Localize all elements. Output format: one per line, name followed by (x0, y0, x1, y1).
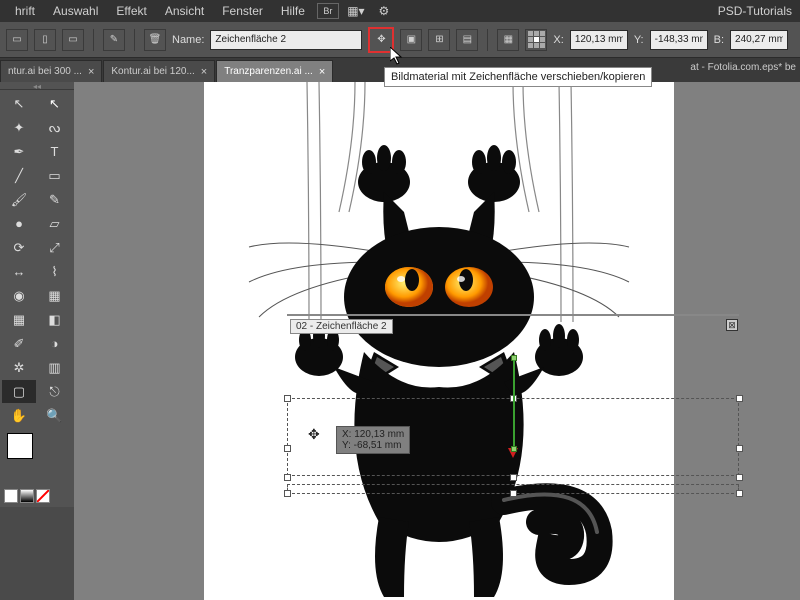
artboard-edge (287, 314, 739, 316)
close-icon[interactable]: × (88, 66, 94, 78)
cat-illustration (229, 82, 649, 600)
menu-item[interactable]: Hilfe (272, 4, 314, 18)
gradient-mode-button[interactable] (20, 489, 34, 503)
artboard-tool[interactable]: ▢ (2, 380, 36, 403)
artboard-close-button[interactable]: ⊠ (726, 319, 738, 331)
handle[interactable] (736, 445, 743, 452)
name-label: Name: (172, 34, 204, 46)
artboard-name-input[interactable] (210, 30, 362, 50)
handle[interactable] (284, 395, 291, 402)
warp-tool[interactable]: ⌇ (38, 260, 72, 283)
move-cursor-icon: ✥ (308, 426, 320, 443)
w-input[interactable] (730, 30, 788, 50)
scale-tool[interactable]: ⤢ (38, 236, 72, 259)
align-button-4[interactable]: ▦ (497, 29, 519, 51)
paintbrush-tool[interactable]: 🖌 (2, 188, 36, 211)
align-button-3[interactable]: ▤ (456, 29, 478, 51)
hand-tool[interactable]: ✋ (2, 404, 36, 427)
close-icon[interactable]: × (201, 66, 207, 78)
column-graph-tool[interactable]: ▥ (38, 356, 72, 379)
rectangle-tool[interactable]: ▭ (38, 164, 72, 187)
w-label: B: (714, 34, 724, 46)
y-label: Y: (634, 34, 644, 46)
perspective-tool[interactable]: ▦ (38, 284, 72, 307)
mesh-tool[interactable]: ▦ (2, 308, 36, 331)
align-button-2[interactable]: ⊞ (428, 29, 450, 51)
pencil-tool[interactable]: ✎ (38, 188, 72, 211)
coord-tooltip: X: 120,13 mm Y: -68,51 mm (336, 426, 410, 454)
artboard[interactable] (204, 82, 674, 600)
eraser-tool[interactable]: ▱ (38, 212, 72, 235)
align-button-1[interactable]: ▣ (400, 29, 422, 51)
handle[interactable] (736, 395, 743, 402)
arrange-icon[interactable]: ▦▾ (345, 3, 367, 19)
close-icon[interactable]: × (319, 66, 325, 78)
magic-wand-tool[interactable]: ✦ (2, 116, 36, 139)
menu-item[interactable]: Fenster (213, 4, 272, 18)
new-artboard-button[interactable]: ✎ (103, 29, 125, 51)
handle[interactable] (736, 490, 743, 497)
blob-brush-tool[interactable]: ● (2, 212, 36, 235)
drag-line (513, 360, 515, 450)
brand-label: PSD-Tutorials (709, 4, 800, 18)
slice-tool[interactable]: ⎋ (38, 380, 72, 403)
handle[interactable] (284, 490, 291, 497)
orientation-landscape-button[interactable]: ▭ (62, 29, 84, 51)
y-input[interactable] (650, 30, 708, 50)
selection-tool[interactable]: ↖ (2, 92, 36, 115)
coord-x: X: 120,13 mm (342, 429, 404, 440)
color-swatches (0, 429, 74, 507)
preset-button[interactable]: ▭ (6, 29, 28, 51)
menu-bar: hrift Auswahl Effekt Ansicht Fenster Hil… (0, 0, 800, 22)
gradient-tool[interactable]: ◧ (38, 308, 72, 331)
rotate-tool[interactable]: ⟳ (2, 236, 36, 259)
width-tool[interactable]: ↔ (2, 260, 36, 283)
menu-item[interactable]: hrift (6, 4, 44, 18)
handle[interactable] (284, 445, 291, 452)
direct-selection-tool[interactable]: ↖ (38, 92, 72, 115)
zoom-tool[interactable]: 🔍 (38, 404, 72, 427)
none-mode-button[interactable] (36, 489, 50, 503)
delete-artboard-button[interactable]: 🗑 (144, 29, 166, 51)
line-tool[interactable]: ╱ (2, 164, 36, 187)
fill-swatch[interactable] (7, 433, 33, 459)
canvas[interactable]: 02 - Zeichenfläche 2 ⊠ ✥ X: 120,13 mm Y:… (74, 82, 800, 600)
tool-panel: ◂◂ ↖↖✦ᔓ✒T╱▭🖌✎●▱⟳⤢↔⌇◉▦▦◧✐◑✲▥▢⎋✋🔍 (0, 82, 74, 507)
handle[interactable] (736, 474, 743, 481)
x-label: X: (553, 34, 563, 46)
control-bar: ▭ ▯ ▭ ✎ 🗑 Name: ✥ ▣ ⊞ ▤ ▦ X: Y: B: (0, 22, 800, 58)
tab[interactable]: ntur.ai bei 300 ...× (0, 60, 102, 82)
blend-tool[interactable]: ◑ (38, 332, 72, 355)
bridge-icon[interactable]: Br (317, 3, 339, 19)
coord-y: Y: -68,51 mm (342, 440, 404, 451)
tab[interactable]: Kontur.ai bei 120...× (103, 60, 215, 82)
gpu-icon[interactable]: ⚙ (373, 3, 395, 19)
tab[interactable]: Tranzparenzen.ai ...× (216, 60, 333, 82)
type-tool[interactable]: T (38, 140, 72, 163)
handle[interactable] (284, 474, 291, 481)
orientation-portrait-button[interactable]: ▯ (34, 29, 56, 51)
eyedropper-tool[interactable]: ✐ (2, 332, 36, 355)
drag-target-handle (511, 446, 517, 452)
handle[interactable] (510, 474, 517, 481)
symbol-sprayer-tool[interactable]: ✲ (2, 356, 36, 379)
menu-item[interactable]: Effekt (107, 4, 155, 18)
reference-point-button[interactable] (525, 29, 547, 51)
move-copy-artwork-button[interactable]: ✥ (368, 27, 394, 53)
color-mode-button[interactable] (4, 489, 18, 503)
panel-grip[interactable]: ◂◂ (0, 82, 74, 90)
handle[interactable] (510, 490, 517, 497)
artboard-label[interactable]: 02 - Zeichenfläche 2 (290, 319, 393, 334)
x-input[interactable] (570, 30, 628, 50)
menu-item[interactable]: Ansicht (156, 4, 213, 18)
lasso-tool[interactable]: ᔓ (38, 116, 72, 139)
pen-tool[interactable]: ✒ (2, 140, 36, 163)
overflow-tab-label: at - Fotolia.com.eps* be (690, 62, 796, 73)
menu-item[interactable]: Auswahl (44, 4, 107, 18)
shape-builder-tool[interactable]: ◉ (2, 284, 36, 307)
tooltip: Bildmaterial mit Zeichenfläche verschieb… (384, 67, 652, 87)
